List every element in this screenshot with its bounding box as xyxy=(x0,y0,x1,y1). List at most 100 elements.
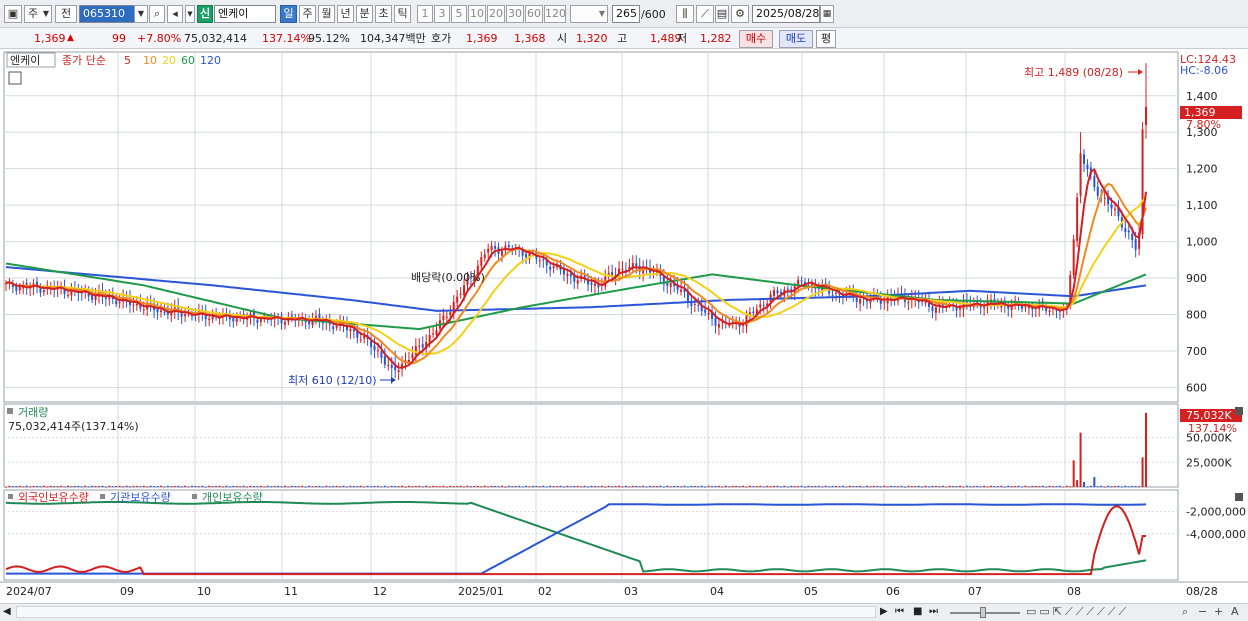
candle-body xyxy=(352,329,355,332)
stop-icon[interactable]: ■ xyxy=(913,606,922,617)
interval-button-1[interactable]: 1 xyxy=(417,5,433,23)
eval-button[interactable]: 평 xyxy=(816,30,836,48)
plus-icon[interactable]: + xyxy=(1214,605,1223,618)
period-tab-4[interactable]: 분 xyxy=(356,5,373,23)
font-size-icon[interactable]: A xyxy=(1231,605,1239,618)
save-icon[interactable]: ▤ xyxy=(715,5,729,23)
candle-body xyxy=(135,304,138,306)
candle-body xyxy=(538,260,541,262)
volume-bar xyxy=(955,486,958,488)
ma-period-5: 5 xyxy=(124,54,131,67)
code-dropdown-icon[interactable]: ▼ xyxy=(134,5,148,23)
minus-icon[interactable]: − xyxy=(1198,605,1207,618)
interval-button-60[interactable]: 60 xyxy=(525,5,543,23)
candle-body xyxy=(1024,306,1027,308)
candle-body xyxy=(163,311,166,313)
volume-bar xyxy=(683,485,686,487)
period-tab-2[interactable]: 월 xyxy=(318,5,335,23)
period-tab-5[interactable]: 초 xyxy=(375,5,392,23)
gear-icon[interactable]: ⚙ xyxy=(731,5,749,23)
volume-bar xyxy=(755,486,758,488)
ma-period-10: 10 xyxy=(143,54,157,67)
volume-bar xyxy=(421,486,424,488)
volume-bar xyxy=(810,486,813,488)
period-tab-6[interactable]: 틱 xyxy=(394,5,411,23)
volume-bar xyxy=(87,486,90,488)
volume-bar xyxy=(1124,485,1127,487)
holdings-legend-marker-1 xyxy=(100,494,105,499)
x-end-label: 08/28 xyxy=(1186,585,1218,598)
fast-back-icon[interactable]: ⏮ xyxy=(895,606,904,617)
blank-select[interactable]: ▼ xyxy=(570,5,608,23)
interval-button-120[interactable]: 120 xyxy=(544,5,566,23)
mode-select[interactable]: 전 xyxy=(55,5,77,23)
volume-bar xyxy=(394,485,397,487)
volume-bar xyxy=(941,485,944,487)
period-select[interactable]: 주 ▼ xyxy=(24,5,52,23)
line-tool-icon[interactable]: ⟋ xyxy=(696,5,714,23)
volume-bar xyxy=(349,485,352,487)
interval-button-3[interactable]: 3 xyxy=(434,5,450,23)
volume-bar xyxy=(659,485,662,487)
candle-body xyxy=(549,266,552,270)
scroll-left-icon[interactable]: ◀ xyxy=(3,606,11,617)
candle-body xyxy=(418,345,421,347)
candle-body xyxy=(483,254,486,259)
interval-button-20[interactable]: 20 xyxy=(487,5,505,23)
volume-bar xyxy=(500,485,503,487)
volume-bar xyxy=(159,485,162,487)
calendar-icon[interactable]: ▦ xyxy=(820,5,834,23)
stock-code-input[interactable]: 065310 xyxy=(79,5,135,23)
window-menu-icon[interactable]: ▣ xyxy=(4,5,22,23)
volume-bar xyxy=(590,485,593,487)
volume-bar xyxy=(962,486,965,488)
zoom-icon[interactable]: ⌕ xyxy=(1182,605,1188,619)
interval-button-30[interactable]: 30 xyxy=(506,5,524,23)
interval-button-5[interactable]: 5 xyxy=(451,5,467,23)
volume-bar xyxy=(976,485,979,487)
volume-bar xyxy=(401,485,404,487)
volume-bar xyxy=(184,485,187,487)
open-price: 1,320 xyxy=(576,32,608,45)
drawing-tools-icon[interactable]: ▭▭⇱⟋⟋⟋⟋⟋⟋ xyxy=(1026,605,1129,619)
volume-bar xyxy=(463,486,466,488)
candle-body xyxy=(855,296,858,302)
volume-bar xyxy=(232,485,235,487)
volume-bar xyxy=(287,486,290,488)
play-icon[interactable]: ▶ xyxy=(880,606,888,617)
search-icon[interactable]: ⌕ xyxy=(149,5,165,23)
ma-label: 종가 단순 xyxy=(62,54,106,67)
volume-bar xyxy=(859,485,862,487)
date-input[interactable]: 2025/08/28 xyxy=(752,5,820,23)
volume-bar xyxy=(686,486,689,488)
stock-chart[interactable]: 2024/07 09 10 11 12 2025/01 02 03 04 05 06 07 08 08/2… xyxy=(0,50,1248,603)
volume-bar xyxy=(693,485,696,487)
volume-bar xyxy=(35,485,38,487)
candle-body xyxy=(180,313,183,317)
zoom-slider-handle[interactable] xyxy=(980,607,986,618)
buy-button[interactable]: 매수 xyxy=(739,30,773,48)
stock-name-field[interactable]: 엔케이 xyxy=(214,5,276,23)
period-tab-3[interactable]: 년 xyxy=(337,5,354,23)
volume-bar xyxy=(655,486,658,488)
period-tab-0[interactable]: 일 xyxy=(280,5,297,23)
holdings-legend-2: 개인보유수량 xyxy=(202,491,263,504)
speaker-icon[interactable]: ◂ xyxy=(167,5,183,23)
interval-button-10[interactable]: 10 xyxy=(468,5,486,23)
volume-bar xyxy=(101,485,104,487)
panel-close-icon xyxy=(1235,493,1243,501)
candle-icon[interactable]: ⫼ xyxy=(676,5,694,23)
scroll-track[interactable] xyxy=(16,606,876,618)
count-input[interactable]: 265 xyxy=(612,5,640,23)
volume-tag-pct: 137.14% xyxy=(1188,422,1237,435)
chart-scrollbar[interactable]: ◀ ▶ ⏮ ■ ⏭ ▭▭⇱⟋⟋⟋⟋⟋⟋ ⌕ − + A xyxy=(0,603,1248,621)
period-tab-1[interactable]: 주 xyxy=(299,5,316,23)
volume-bar xyxy=(924,485,927,487)
fast-forward-icon[interactable]: ⏭ xyxy=(929,606,938,617)
candle-body xyxy=(1096,186,1099,196)
volume-bar xyxy=(1127,486,1130,488)
volume-bar xyxy=(73,485,76,487)
sell-button[interactable]: 매도 xyxy=(779,30,813,48)
chevron-down-icon[interactable]: ▼ xyxy=(185,5,195,23)
candle-body xyxy=(108,296,111,299)
